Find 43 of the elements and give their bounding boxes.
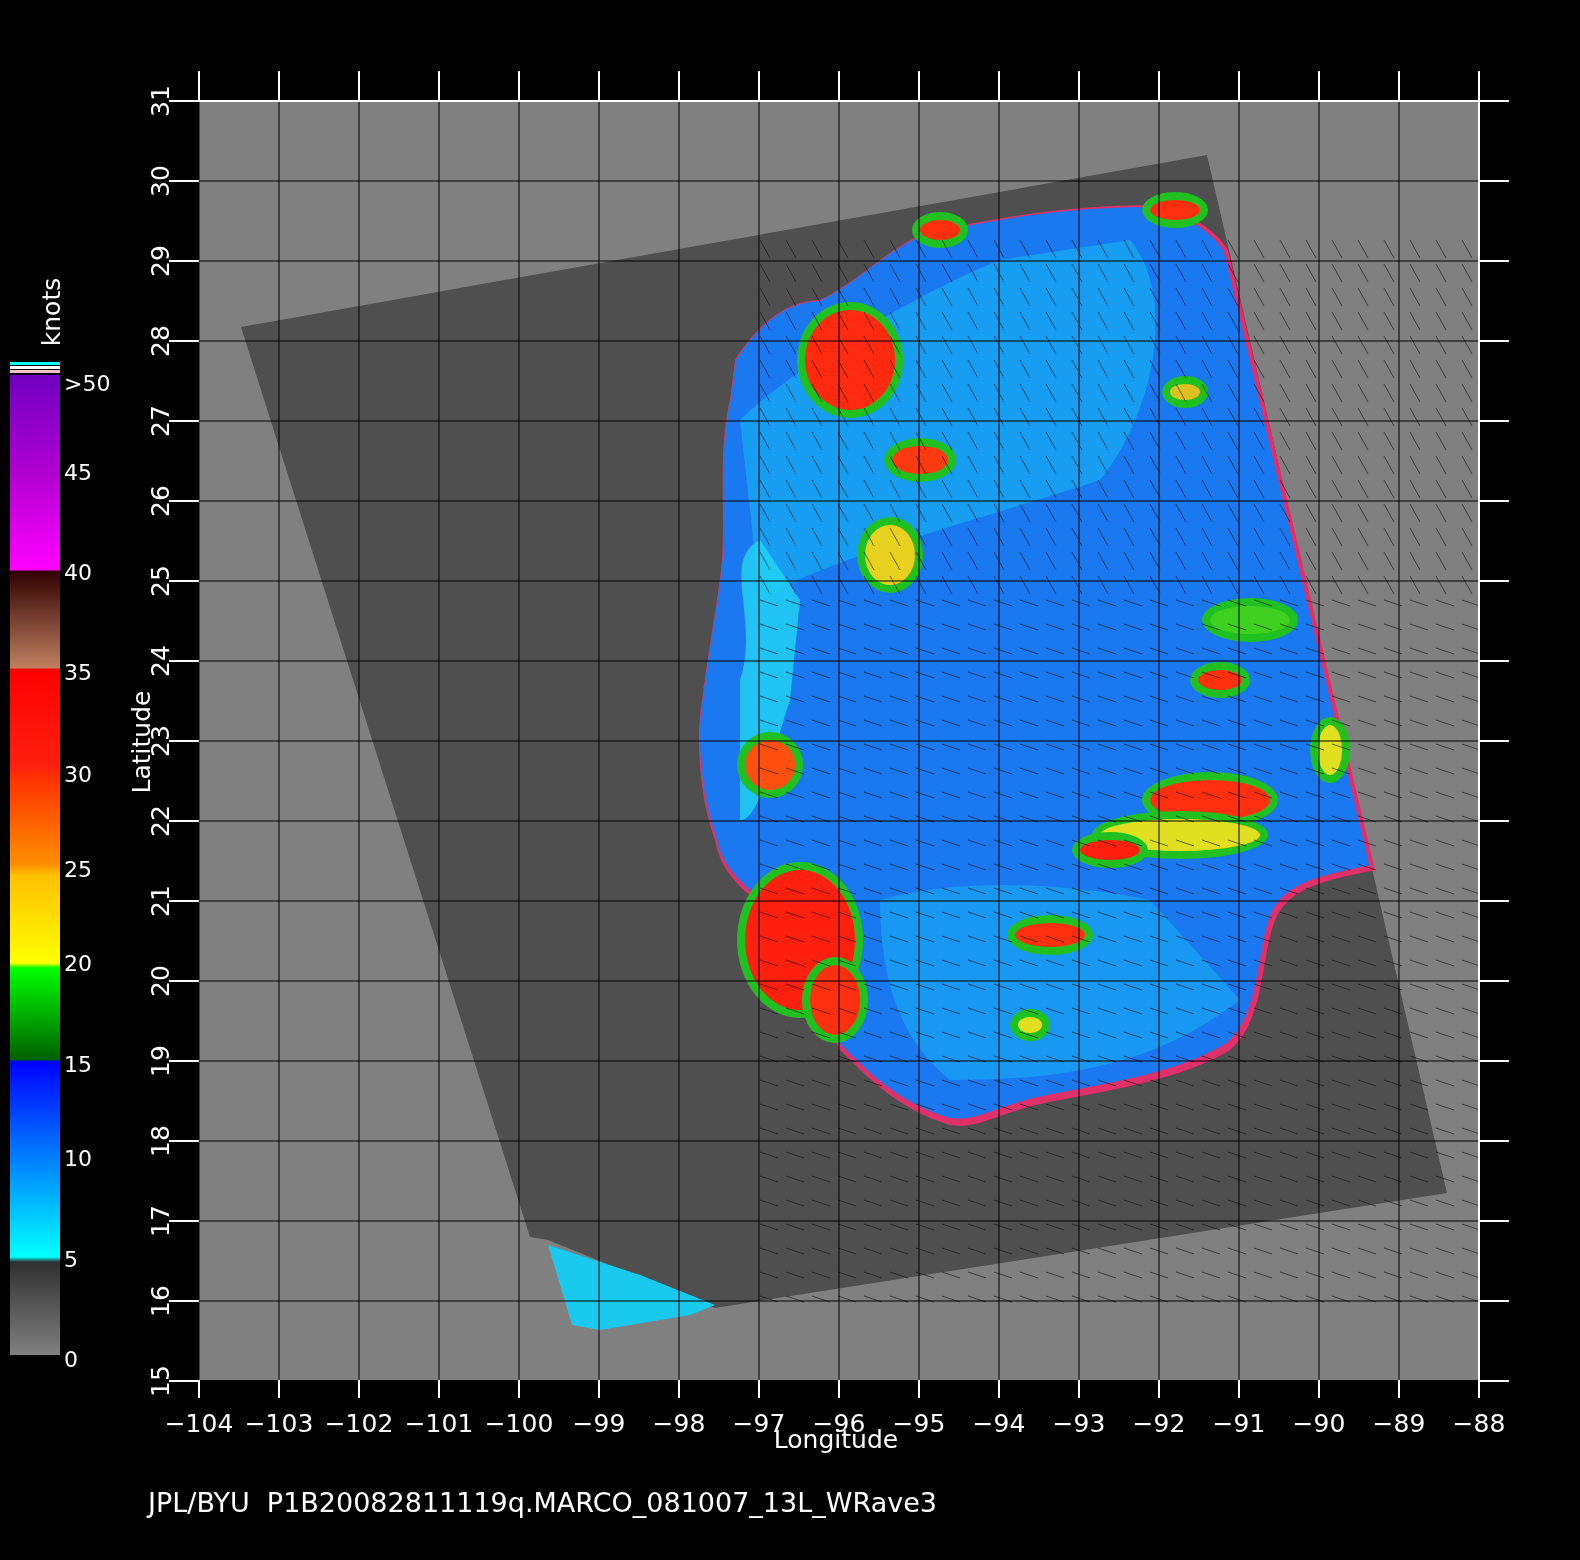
axis-tick-label: −89 xyxy=(1372,1409,1426,1438)
axis-tick-label: 24 xyxy=(146,645,175,677)
colorbar-label: 45 xyxy=(64,460,92,485)
axis-tick-label: 31 xyxy=(146,85,175,117)
axis-tick-label: −102 xyxy=(324,1409,394,1438)
colorbar-label: 40 xyxy=(64,560,92,585)
colorbar-label: 20 xyxy=(64,951,92,976)
axis-tick-label: −91 xyxy=(1212,1409,1266,1438)
caption: JPL/BYU P1B20082811119q.MARCO_081007_13L_WRave3 xyxy=(148,1487,937,1518)
axis-tick-label: 20 xyxy=(146,965,175,997)
axis-tick-label: −103 xyxy=(244,1409,314,1438)
axis-tick-label: −88 xyxy=(1452,1409,1506,1438)
colorbar-title: knots xyxy=(37,277,66,347)
axis-tick-label: 15 xyxy=(146,1365,175,1397)
axis-tick-label: 25 xyxy=(146,565,175,597)
axis-tick-label: −99 xyxy=(572,1409,626,1438)
colorbar-label: 15 xyxy=(64,1052,92,1077)
axis-tick-label: 30 xyxy=(146,165,175,197)
axis-tick-label: −101 xyxy=(404,1409,474,1438)
axis-tick-label: 18 xyxy=(146,1125,175,1157)
axis-tick-label: 29 xyxy=(146,245,175,277)
axis-tick-label: −100 xyxy=(484,1409,554,1438)
axis-tick-label: 22 xyxy=(146,805,175,837)
axis-tick-label: −98 xyxy=(652,1409,706,1438)
axis-tick-label: −92 xyxy=(1132,1409,1186,1438)
axis-tick-label: −104 xyxy=(164,1409,234,1438)
axis-tick-label: 28 xyxy=(146,325,175,357)
axis-tick-label: 17 xyxy=(146,1205,175,1237)
axis-tick-label: −90 xyxy=(1292,1409,1346,1438)
axis-tick-label: 27 xyxy=(146,405,175,437)
axis-tick-label: −93 xyxy=(1052,1409,1106,1438)
colorbar-label: 25 xyxy=(64,857,92,882)
colorbar-label: 5 xyxy=(64,1247,78,1272)
axis-tick-label: −94 xyxy=(972,1409,1026,1438)
colorbar-label: 10 xyxy=(64,1146,92,1171)
colorbar-label: 35 xyxy=(64,660,92,685)
colorbar-label: 0 xyxy=(64,1347,78,1372)
axis-tick-label: 19 xyxy=(146,1045,175,1077)
axis-tick-label: 26 xyxy=(146,485,175,517)
axis-tick-label: 16 xyxy=(146,1285,175,1317)
colorbar-label: 30 xyxy=(64,762,92,787)
colorbar-label: >50 xyxy=(64,371,111,396)
axis-tick-label: 21 xyxy=(146,885,175,917)
